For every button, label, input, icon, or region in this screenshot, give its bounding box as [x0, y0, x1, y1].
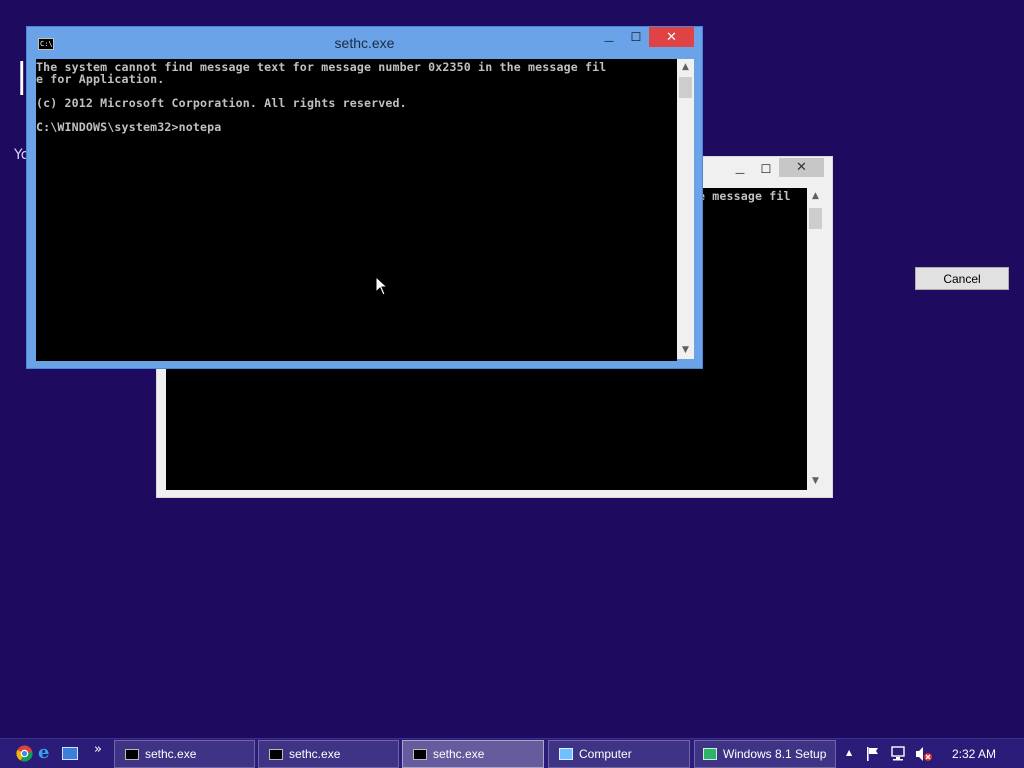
- console-line: C:\WINDOWS\system32>notepa: [36, 120, 222, 134]
- taskbar-button-label: Windows 8.1 Setup: [723, 747, 827, 761]
- setup-icon: [703, 748, 717, 760]
- taskbar: e » sethc.exe sethc.exe sethc.exe Comput…: [0, 738, 1024, 768]
- clock[interactable]: 2:32 AM: [952, 747, 996, 761]
- cmd-icon: [413, 748, 427, 760]
- back-scrollbar[interactable]: ▲ ▼: [807, 188, 824, 490]
- scroll-up-arrow[interactable]: ▲: [677, 62, 694, 72]
- taskbar-button-windows-setup[interactable]: Windows 8.1 Setup: [694, 740, 836, 768]
- close-button[interactable]: ✕: [649, 27, 694, 47]
- taskbar-button-sethc-1[interactable]: sethc.exe: [114, 740, 255, 768]
- mouse-pointer-icon: [375, 276, 389, 296]
- back-console-line: e message fil: [698, 189, 791, 203]
- scroll-down-arrow[interactable]: ▼: [677, 345, 694, 355]
- back-minimize-button[interactable]: —: [727, 163, 753, 183]
- back-maximize-button[interactable]: ☐: [755, 159, 777, 179]
- scroll-thumb[interactable]: [679, 77, 692, 98]
- console-line: e for Application.: [36, 72, 165, 86]
- cmd-icon: [269, 748, 283, 760]
- taskbar-button-label: Computer: [579, 747, 632, 761]
- taskbar-button-sethc-2[interactable]: sethc.exe: [258, 740, 399, 768]
- front-console-window[interactable]: C:\ sethc.exe — ☐ ✕ The system cannot fi…: [26, 26, 703, 369]
- back-scroll-up-arrow[interactable]: ▲: [807, 191, 824, 201]
- maximize-button[interactable]: ☐: [623, 27, 649, 47]
- console-line: (c) 2012 Microsoft Corporation. All righ…: [36, 96, 407, 110]
- cmd-icon: [125, 748, 139, 760]
- back-scroll-thumb[interactable]: [809, 208, 822, 229]
- computer-icon: [559, 748, 573, 760]
- front-title-bar[interactable]: C:\ sethc.exe — ☐ ✕: [27, 27, 702, 59]
- cancel-button[interactable]: Cancel: [915, 267, 1009, 290]
- back-close-button[interactable]: ✕: [779, 158, 824, 177]
- chrome-icon[interactable]: [16, 745, 33, 762]
- taskbar-button-computer[interactable]: Computer: [548, 740, 690, 768]
- back-scroll-down-arrow[interactable]: ▼: [807, 476, 824, 486]
- taskbar-button-label: sethc.exe: [433, 747, 485, 761]
- taskbar-button-label: sethc.exe: [289, 747, 341, 761]
- taskbar-button-sethc-3[interactable]: sethc.exe: [402, 740, 544, 768]
- network-icon[interactable]: [890, 746, 908, 762]
- internet-explorer-icon[interactable]: e: [38, 744, 56, 762]
- taskbar-button-label: sethc.exe: [145, 747, 197, 761]
- taskbar-overflow-chevron[interactable]: »: [94, 742, 102, 757]
- minimize-button[interactable]: —: [595, 31, 623, 51]
- explorer-icon[interactable]: [62, 747, 78, 760]
- tray-show-hidden-icons[interactable]: ▲: [846, 748, 852, 757]
- front-scrollbar[interactable]: ▲ ▼: [677, 59, 694, 359]
- console-output[interactable]: The system cannot find message text for …: [36, 59, 677, 361]
- action-center-flag-icon[interactable]: [866, 746, 880, 762]
- volume-muted-icon[interactable]: [915, 746, 933, 762]
